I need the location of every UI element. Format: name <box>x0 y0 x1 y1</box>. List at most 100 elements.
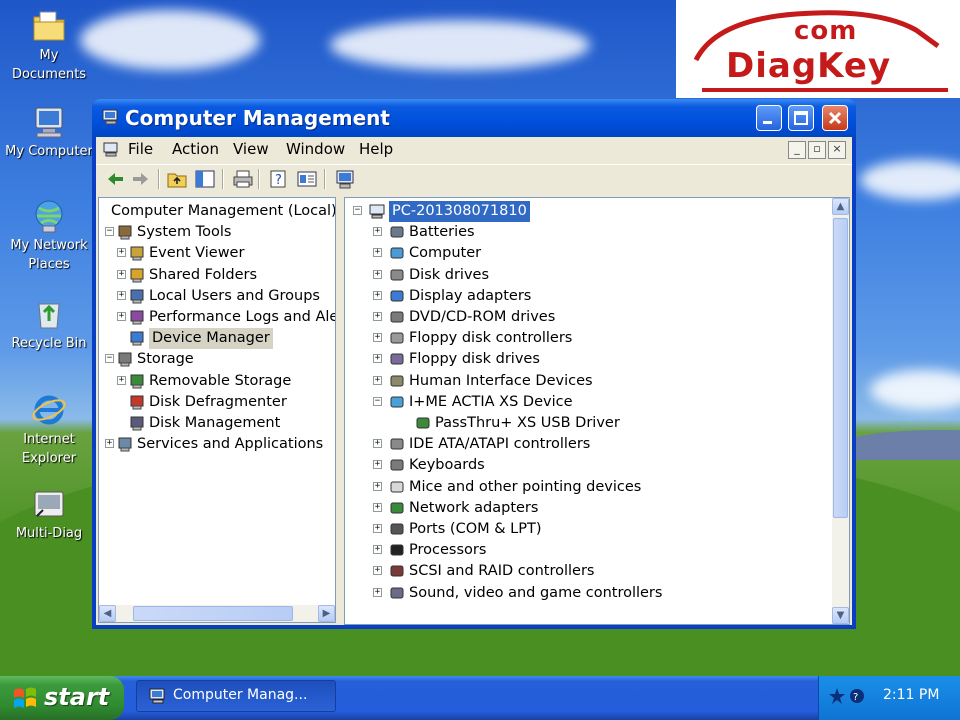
scroll-thumb[interactable] <box>133 606 293 621</box>
expand-icon[interactable]: + <box>105 439 114 449</box>
show-hide-tree-button[interactable] <box>194 168 216 190</box>
device-category-icon <box>389 521 406 538</box>
expand-icon[interactable]: + <box>373 354 382 364</box>
device-tree-label: IDE ATA/ATAPI controllers <box>409 436 591 453</box>
menu-view[interactable]: View <box>233 140 269 158</box>
scroll-down-button[interactable]: ▼ <box>832 607 849 624</box>
desktop-icon-my-computer[interactable]: My Computer <box>1 104 97 161</box>
collapse-icon[interactable]: − <box>105 354 114 364</box>
menu-window[interactable]: Window <box>286 140 345 158</box>
collapse-icon[interactable]: − <box>353 206 362 215</box>
mdi-restore-button[interactable]: ▫ <box>808 141 826 159</box>
expand-icon[interactable]: + <box>117 312 126 321</box>
desktop-icon-my-documents[interactable]: My Documents <box>1 8 97 84</box>
device-category-icon <box>389 330 406 347</box>
menu-help[interactable]: Help <box>359 140 393 158</box>
mountains <box>840 430 960 460</box>
expand-icon[interactable]: + <box>117 375 126 385</box>
pane-splitter[interactable] <box>336 197 344 625</box>
print-button[interactable] <box>232 168 254 190</box>
expand-icon[interactable]: + <box>373 290 382 300</box>
up-one-level-button[interactable] <box>166 168 188 190</box>
close-icon <box>828 111 842 125</box>
expand-icon[interactable]: + <box>373 460 382 470</box>
menu-file[interactable]: File <box>128 140 153 158</box>
internet-explorer-icon <box>31 392 67 428</box>
menu-bar: File Action View Window Help _ ▫ × <box>96 137 852 163</box>
removable-storage-icon <box>129 373 146 390</box>
properties-button[interactable] <box>296 168 318 190</box>
taskbar-button-label: Computer Manag... <box>173 687 308 703</box>
scan-hardware-button[interactable] <box>334 168 356 190</box>
recycle-bin-icon <box>31 296 67 332</box>
expand-icon[interactable]: + <box>117 248 126 258</box>
scroll-thumb[interactable] <box>833 218 848 518</box>
device-tree-root-label: PC-201308071810 <box>389 201 530 222</box>
forward-button[interactable] <box>130 168 152 190</box>
device-category-icon <box>389 224 406 241</box>
desktop-icon-network[interactable]: My Network Places <box>1 198 97 274</box>
start-button[interactable]: start <box>0 676 124 720</box>
console-tree-pane[interactable]: Computer Management (Local) − System Tools… <box>98 197 336 623</box>
console-tree-label: Computer Management (Local) <box>111 203 336 219</box>
expand-icon[interactable]: + <box>373 545 382 555</box>
expand-icon[interactable]: + <box>373 227 382 237</box>
expand-icon[interactable]: + <box>373 481 382 491</box>
device-tree-label: Mice and other pointing devices <box>409 478 642 495</box>
desktop-icon-recycle-bin[interactable]: Recycle Bin <box>1 296 97 353</box>
close-button[interactable] <box>822 105 848 131</box>
expand-icon[interactable]: + <box>373 375 382 385</box>
shared-folders-icon <box>129 267 146 284</box>
start-label: start <box>44 683 110 711</box>
device-category-icon <box>389 542 406 559</box>
expand-icon[interactable]: + <box>373 269 382 279</box>
storage-icon <box>117 351 134 368</box>
performance-icon <box>129 309 146 326</box>
scroll-up-button[interactable]: ▲ <box>832 198 849 215</box>
device-tree-label: Display adapters <box>409 287 532 304</box>
expand-icon[interactable]: + <box>373 333 382 343</box>
device-tree-label: Disk drives <box>409 266 490 283</box>
desktop-icon-label: My Computer <box>5 144 93 159</box>
expand-icon[interactable]: + <box>373 312 382 321</box>
mmc-document-icon[interactable] <box>103 141 119 157</box>
desktop-icon-label: My Documents <box>11 48 87 82</box>
expand-icon[interactable]: + <box>373 524 382 533</box>
console-tree-label: Removable Storage <box>149 372 292 389</box>
device-category-icon <box>389 245 406 262</box>
device-tree-pane[interactable]: − PC-201308071810 + Batteries + Computer + Disk… <box>344 197 850 625</box>
mdi-minimize-button[interactable]: _ <box>788 141 806 159</box>
minimize-button[interactable] <box>756 105 782 131</box>
left-horizontal-scrollbar[interactable]: ◀ ▶ <box>99 605 335 622</box>
mdi-close-button[interactable]: × <box>828 141 846 159</box>
right-vertical-scrollbar[interactable]: ▲ ▼ <box>832 198 849 624</box>
desktop-icon-multi-diag[interactable]: Multi-Diag <box>1 486 97 543</box>
device-tree-label: Processors <box>409 542 487 559</box>
expand-icon[interactable]: + <box>117 290 126 300</box>
collapse-icon[interactable]: − <box>373 396 382 406</box>
expand-icon[interactable]: + <box>373 566 382 576</box>
tray-icons[interactable]: ? <box>829 686 869 708</box>
taskbar-button-computer-management[interactable]: Computer Manag... <box>136 680 336 712</box>
menu-action[interactable]: Action <box>172 140 219 158</box>
expand-icon[interactable]: + <box>117 269 126 279</box>
scroll-right-button[interactable]: ▶ <box>318 605 335 622</box>
title-bar[interactable]: Computer Management <box>92 99 856 137</box>
maximize-button[interactable] <box>788 105 814 131</box>
minimize-icon <box>763 121 772 124</box>
mdi-controls: _ ▫ × <box>786 140 846 159</box>
console-tree-label: Device Manager <box>149 328 273 350</box>
expand-icon[interactable]: + <box>373 439 382 449</box>
desktop-icon-internet-explorer[interactable]: Internet Explorer <box>1 392 97 468</box>
clock: 2:11 PM <box>883 687 940 703</box>
expand-icon[interactable]: + <box>373 248 382 258</box>
help-button[interactable]: ? <box>268 168 290 190</box>
diagkey-logo: com DiagKey <box>676 0 960 98</box>
collapse-icon[interactable]: − <box>105 227 114 237</box>
scroll-left-button[interactable]: ◀ <box>99 605 116 622</box>
print-icon <box>233 170 253 188</box>
desktop-icon-label: Recycle Bin <box>11 336 87 351</box>
expand-icon[interactable]: + <box>373 502 382 512</box>
expand-icon[interactable]: + <box>373 587 382 597</box>
back-button[interactable] <box>104 168 126 190</box>
